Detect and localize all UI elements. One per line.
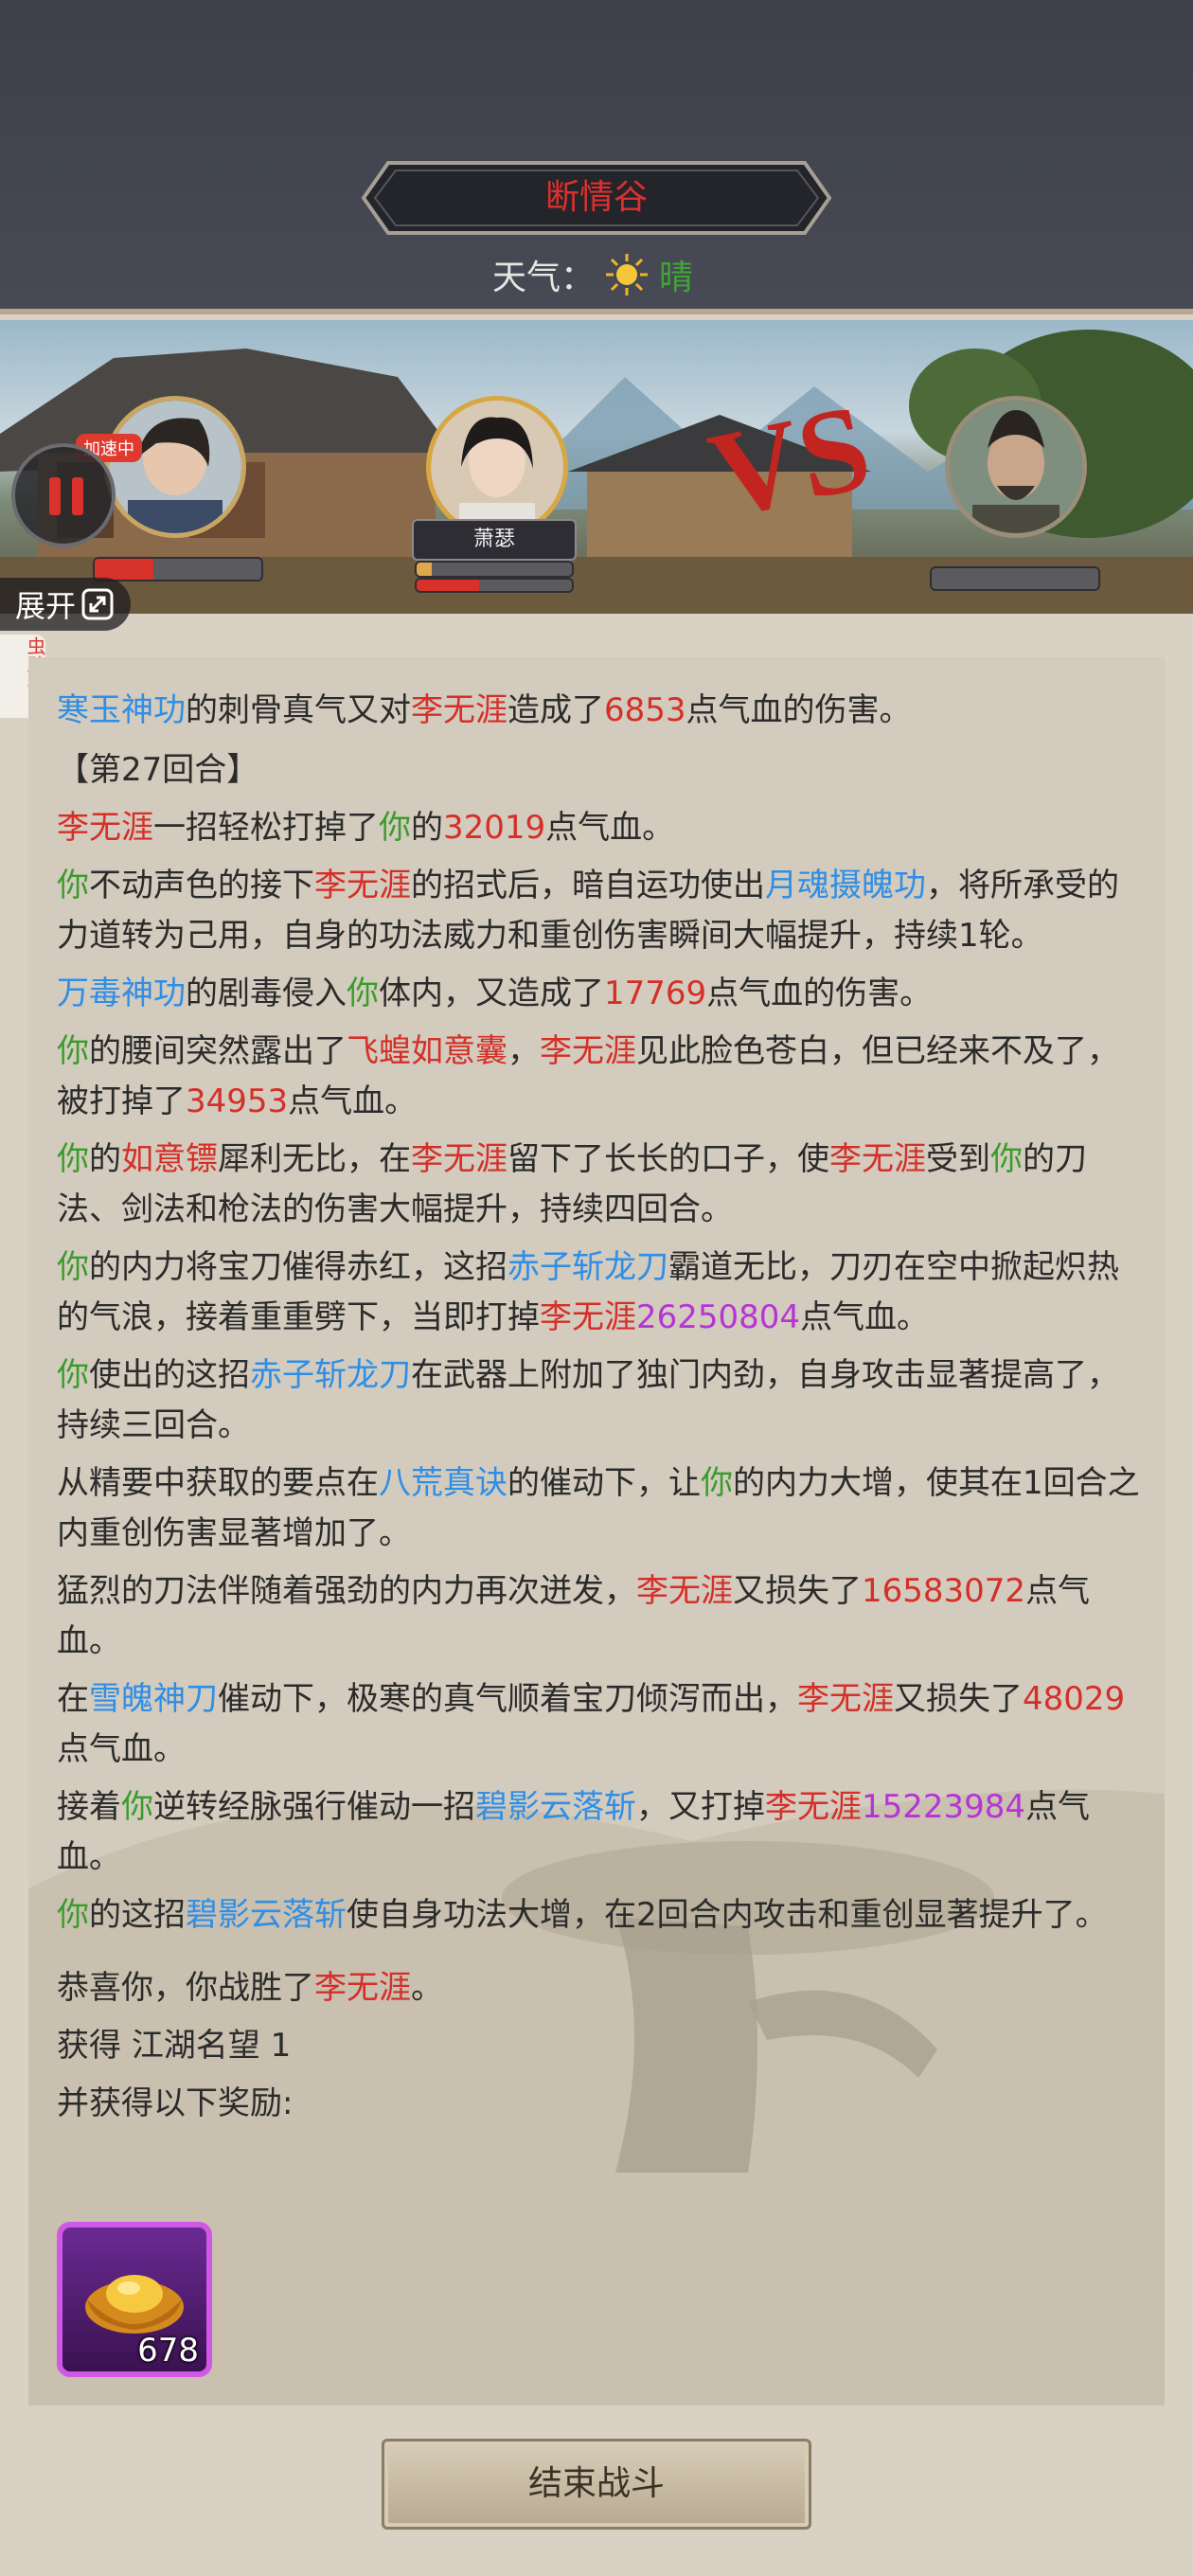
log-entry: 你的内力将宝刀催得赤红，这招赤子斩龙刀霸道无比，刀刃在空中掀起炽热的气浪，接着重… <box>57 1248 1119 1336</box>
enemy-hp-bar <box>930 566 1100 591</box>
log-entry: 猛烈的刀法伴随着强劲的内力再次迸发，李无涯又损失了16583072点气血。 <box>57 1572 1091 1660</box>
ally-mp-fill <box>417 580 479 591</box>
player-hp-bar <box>93 557 263 581</box>
player-avatar[interactable] <box>104 396 246 538</box>
weather-label: 天气： <box>492 259 596 297</box>
log-entry: 你使出的这招赤子斩龙刀在武器上附加了独门内劲，自身攻击显著提高了，持续三回合。 <box>57 1356 1119 1444</box>
ally-avatar[interactable] <box>426 396 568 538</box>
expand-button[interactable]: 展开 <box>0 578 131 631</box>
ally-hp-bar <box>415 561 574 578</box>
player-hp-fill <box>95 559 153 580</box>
ally-mp-bar <box>415 578 574 593</box>
weather-value: 晴 <box>659 259 694 297</box>
expand-label: 展开 <box>15 588 77 624</box>
pause-button[interactable] <box>11 443 116 547</box>
enemy-avatar[interactable] <box>945 396 1087 538</box>
log-entry: 你的这招碧影云落斩使自身功法大增，在2回合内攻击和重创显著提升了。 <box>57 1896 1108 1934</box>
battle-log-panel: 寒玉神功的刺骨真气又对李无涯造成了6853点气血的伤害。 【第27回合】 李无涯… <box>28 657 1165 2406</box>
sun-icon <box>606 254 649 295</box>
reputation-gain: 获得 江湖名望 1 <box>57 2027 292 2065</box>
ally-hp-fill <box>417 563 433 576</box>
location-name: 断情谷 <box>544 178 648 217</box>
weather-indicator: 天气： 晴 <box>492 248 693 301</box>
end-battle-button[interactable]: 结束战斗 <box>382 2439 811 2530</box>
log-entry: 从精要中获取的要点在八荒真诀的催动下，让你的内力大增，使其在1回合之内重创伤害显… <box>57 1464 1140 1552</box>
battle-banner: VS 加速中 萧瑟 <box>0 320 1193 614</box>
log-entry: 寒玉神功的刺骨真气又对李无涯造成了6853点气血的伤害。 <box>57 691 912 729</box>
svg-text:VS: VS <box>699 379 881 545</box>
expand-icon <box>81 588 114 620</box>
round-title: 【第27回合】 <box>57 751 259 789</box>
reward-count: 678 <box>137 2332 199 2370</box>
log-entry: 接着你逆转经脉强行催动一招碧影云落斩，又打掉李无涯15223984点气血。 <box>57 1788 1091 1876</box>
reward-item-gold-ingot[interactable]: 678 <box>57 2222 212 2377</box>
ally-nameplate: 萧瑟 <box>412 519 577 561</box>
log-entry: 在雪魄神刀催动下，极寒的真气顺着宝刀倾泻而出，李无涯又损失了48029点气血。 <box>57 1680 1126 1768</box>
log-entry: 你的腰间突然露出了飞蝗如意囊，李无涯见此脸色苍白，但已经来不及了，被打掉了349… <box>57 1032 1119 1120</box>
log-entry: 万毒神功的剧毒侵入你体内，又造成了17769点气血的伤害。 <box>57 975 933 1012</box>
log-entry: 李无涯一招轻松打掉了你的32019点气血。 <box>57 809 675 847</box>
battle-log: 寒玉神功的刺骨真气又对李无涯造成了6853点气血的伤害。 【第27回合】 李无涯… <box>57 686 1146 2137</box>
victory-message: 恭喜你，你战胜了李无涯。 <box>57 1969 443 2007</box>
log-entry: 你不动声色的接下李无涯的招式后，暗自运功使出月魂摄魄功，将所承受的力道转为己用，… <box>57 867 1119 955</box>
top-bar: 断情谷 天气： 晴 <box>0 0 1193 314</box>
location-plaque: 断情谷 <box>360 159 833 237</box>
reward-intro: 并获得以下奖励: <box>57 2084 294 2122</box>
log-entry: 你的如意镖犀利无比，在李无涯留下了长长的口子，使李无涯受到你的刀法、剑法和枪法的… <box>57 1140 1087 1228</box>
